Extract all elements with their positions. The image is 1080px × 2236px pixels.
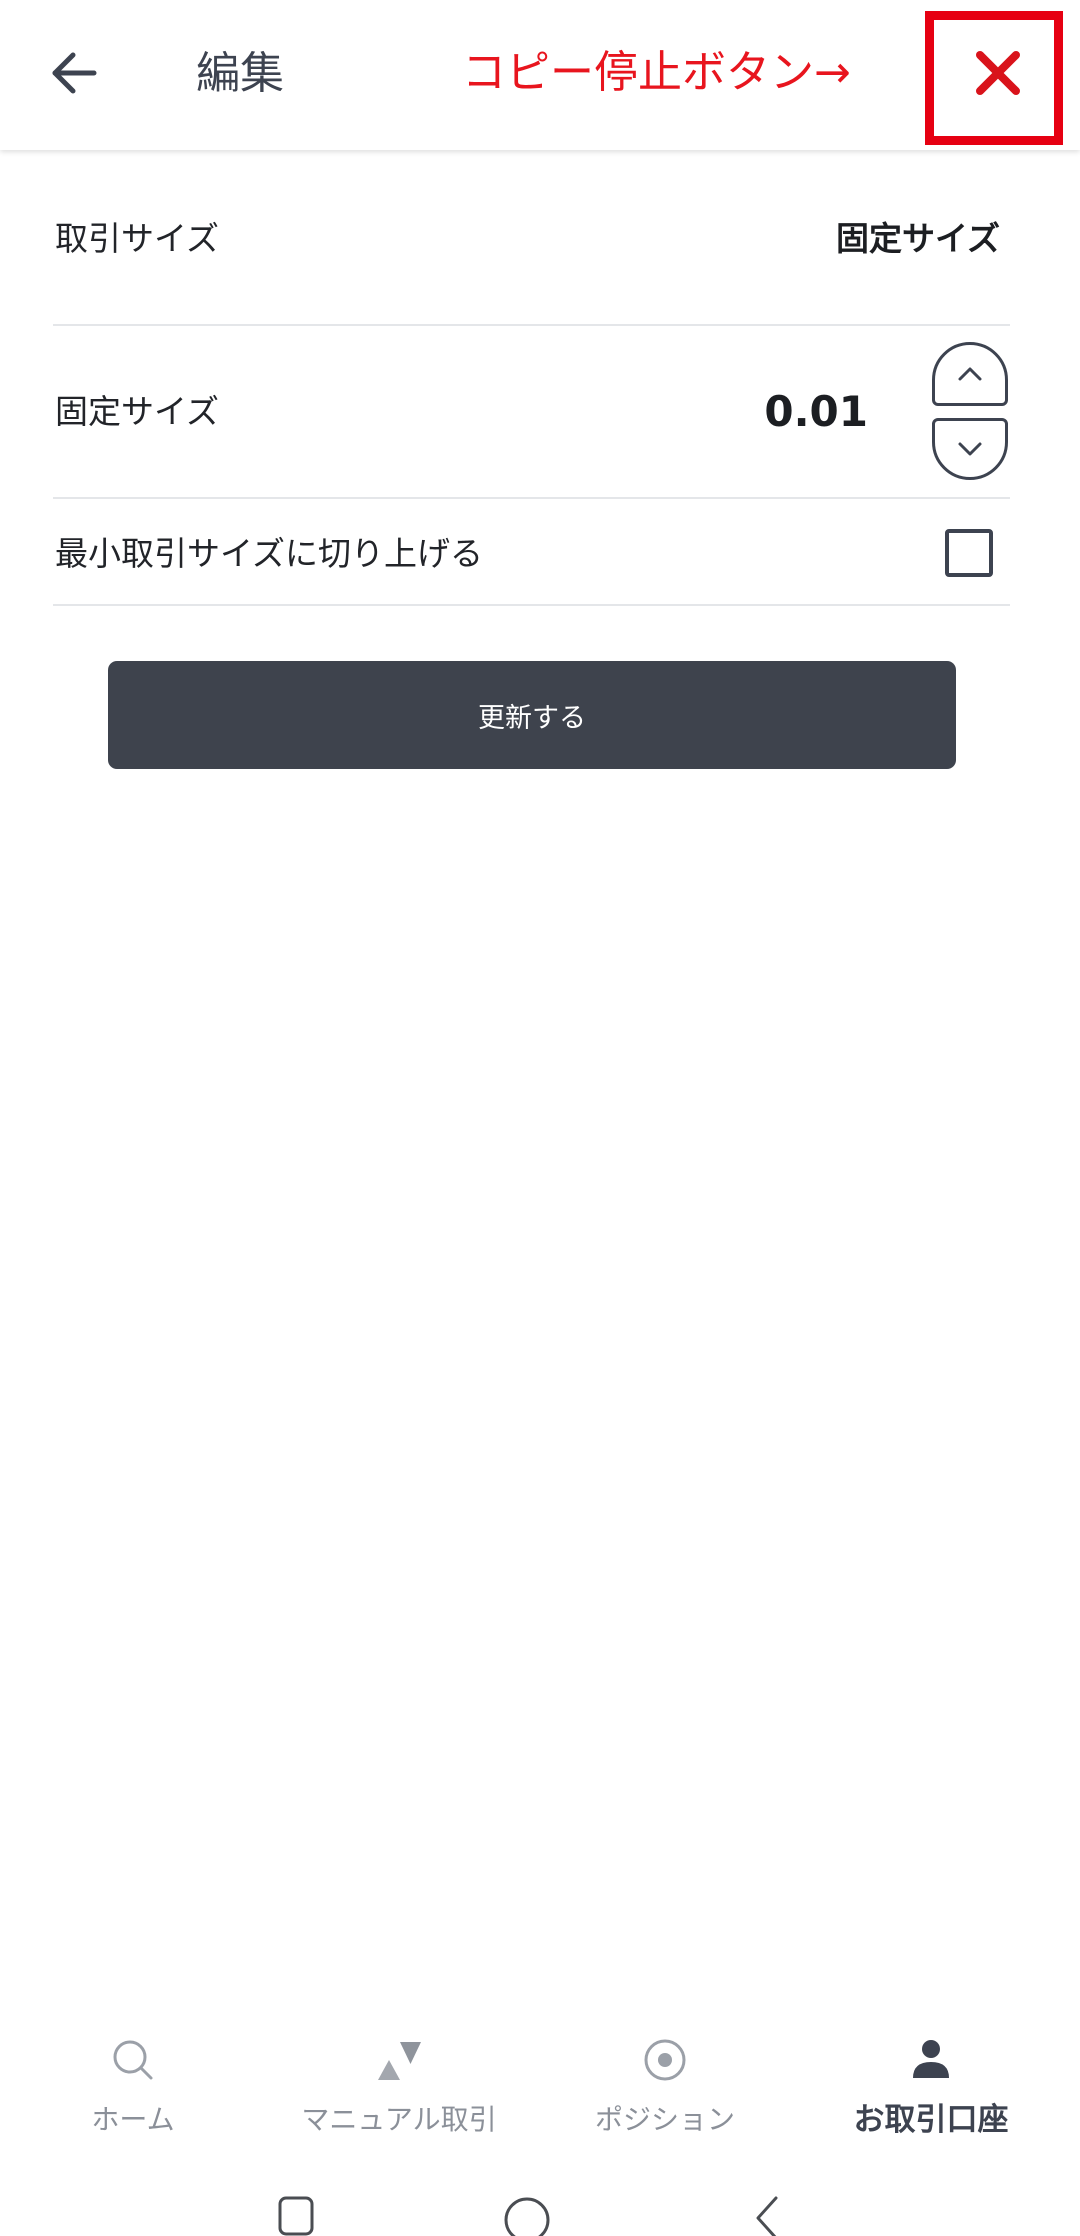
- nav-item-account[interactable]: お取引口座: [798, 2020, 1064, 2160]
- fixed-size-value[interactable]: 0.01: [764, 384, 868, 440]
- trade-size-label: 取引サイズ: [55, 219, 220, 258]
- recent-apps-icon[interactable]: [278, 2196, 314, 2236]
- nav-label: ポジション: [594, 2103, 735, 2136]
- back-button[interactable]: [46, 48, 102, 98]
- nav-item-manual-trade[interactable]: マニュアル取引: [266, 2020, 532, 2160]
- nav-label: マニュアル取引: [301, 2103, 497, 2136]
- divider: [53, 604, 1010, 606]
- nav-item-home[interactable]: ホーム: [0, 2020, 266, 2160]
- decrement-button[interactable]: [932, 418, 1008, 480]
- search-icon: [113, 2040, 153, 2080]
- divider: [53, 324, 1010, 326]
- fixed-size-label: 固定サイズ: [55, 392, 220, 431]
- chevron-up-icon: [958, 367, 982, 381]
- round-up-label: 最小取引サイズに切り上げる: [55, 534, 484, 573]
- update-button-label: 更新する: [478, 702, 586, 734]
- bottom-nav: ホーム マニュアル取引 ポジション お取引口座: [0, 2020, 1064, 2160]
- app-header: 編集 コピー停止ボタン→: [0, 0, 1080, 150]
- update-button[interactable]: 更新する: [108, 661, 956, 769]
- nav-item-position[interactable]: ポジション: [532, 2020, 798, 2160]
- nav-label: お取引口座: [853, 2102, 1009, 2138]
- page-title: 編集: [196, 48, 284, 99]
- person-icon: [913, 2040, 949, 2078]
- annotation-text: コピー停止ボタン→: [462, 47, 851, 98]
- divider: [53, 497, 1010, 499]
- home-circle-icon[interactable]: [503, 2196, 551, 2236]
- up-down-triangles-icon: [378, 2042, 421, 2080]
- increment-button[interactable]: [932, 342, 1008, 406]
- nav-label: ホーム: [91, 2103, 175, 2136]
- stop-copy-button[interactable]: [958, 33, 1038, 113]
- close-x-icon: [976, 51, 1020, 95]
- arrow-left-icon: [52, 52, 97, 94]
- system-back-icon[interactable]: [752, 2196, 782, 2236]
- trade-size-value[interactable]: 固定サイズ: [836, 217, 1000, 261]
- system-nav-bar: [0, 2186, 1080, 2236]
- round-up-checkbox[interactable]: [945, 529, 993, 577]
- target-icon: [644, 2039, 686, 2081]
- chevron-down-icon: [958, 442, 982, 456]
